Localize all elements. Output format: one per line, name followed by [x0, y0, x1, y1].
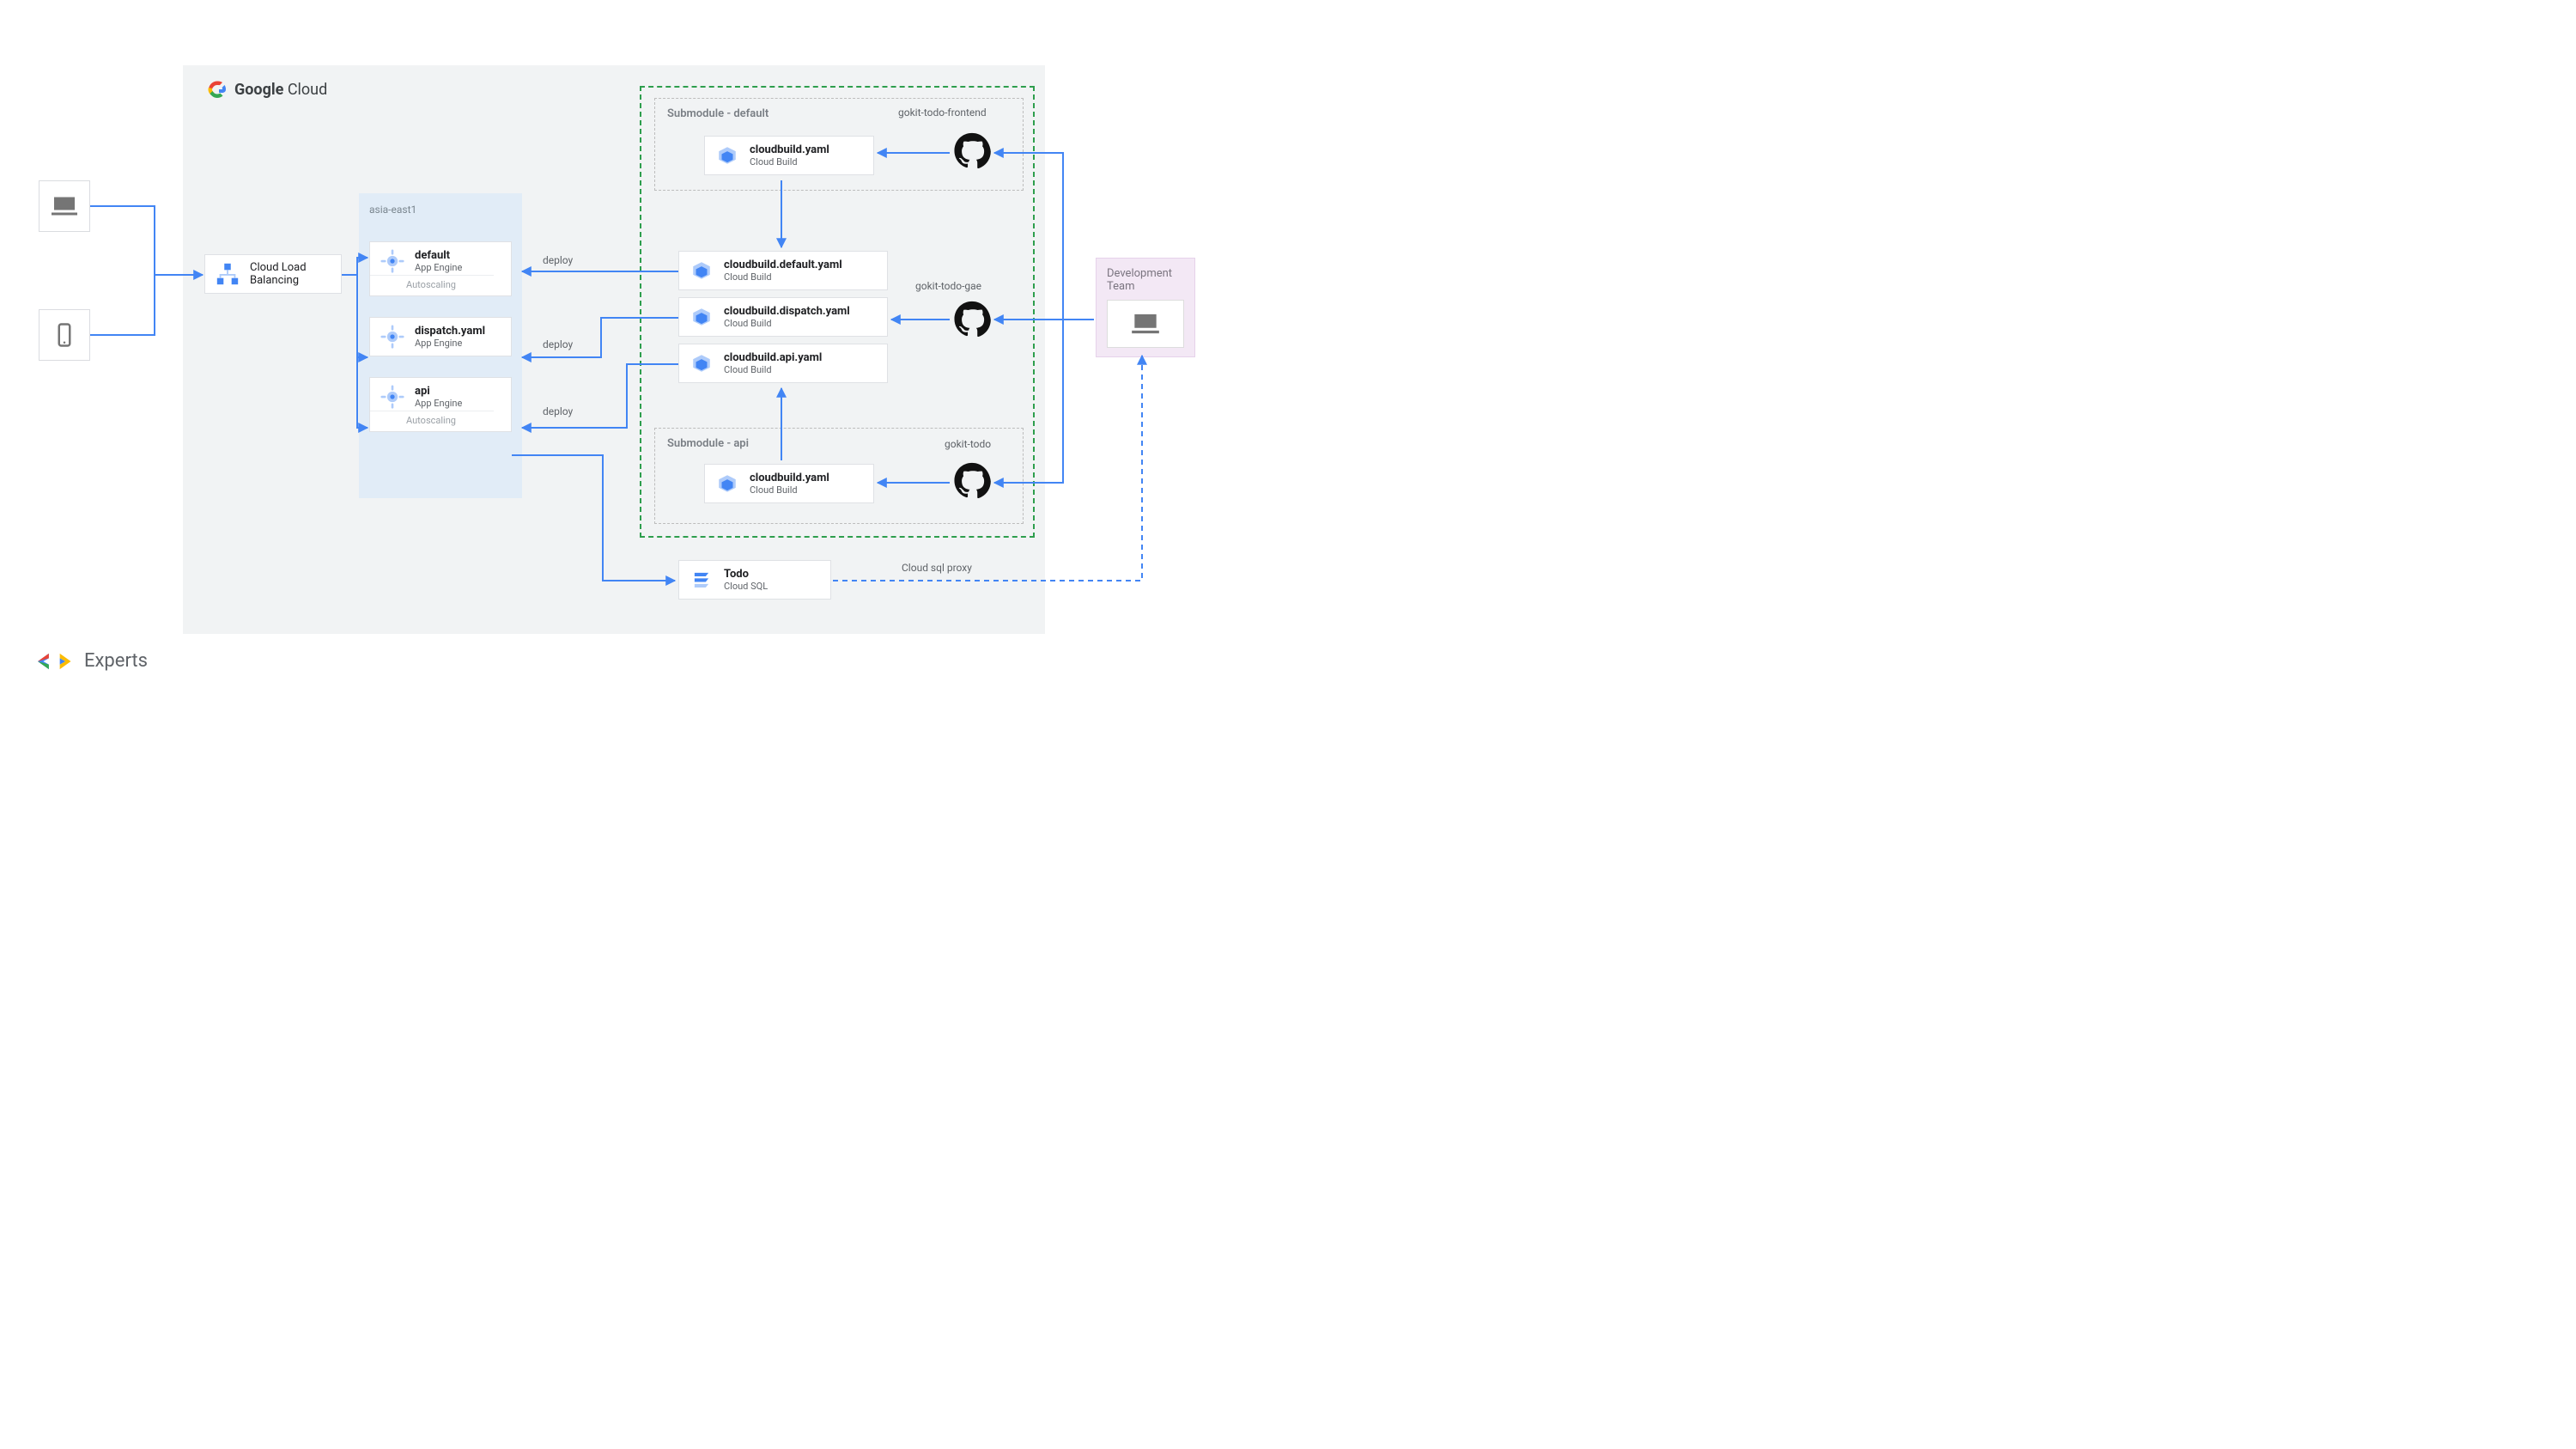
cloud-build-icon — [716, 472, 738, 495]
svc-default-title: default — [415, 249, 502, 262]
svc-default-autoscale: Autoscaling — [370, 275, 494, 290]
experts-icon — [38, 652, 76, 671]
sub-default-build-title: cloudbuild.yaml — [750, 143, 829, 156]
load-balancer-icon — [215, 261, 240, 287]
sub-api-build-title: cloudbuild.yaml — [750, 472, 829, 484]
repo-frontend-label: gokit-todo-frontend — [898, 107, 987, 119]
repo-backend-label: gokit-todo — [945, 438, 991, 450]
google-cloud-logo: Google Cloud — [207, 79, 327, 100]
app-engine-icon — [380, 249, 404, 273]
client-laptop — [39, 180, 90, 232]
build-dispatch: cloudbuild.dispatch.yaml Cloud Build — [678, 297, 888, 337]
region-label: asia-east1 — [369, 204, 512, 216]
build-dispatch-sub: Cloud Build — [724, 318, 850, 329]
build-dispatch-title: cloudbuild.dispatch.yaml — [724, 305, 850, 318]
build-api-sub: Cloud Build — [724, 364, 822, 375]
devteam-label: Development — [1107, 267, 1184, 280]
mobile-icon — [52, 322, 77, 348]
brand-light: Cloud — [288, 81, 327, 99]
cloud-build-icon — [690, 352, 713, 374]
lb-title: Cloud Load — [250, 261, 307, 274]
github-gae-icon — [953, 301, 991, 342]
build-api: cloudbuild.api.yaml Cloud Build — [678, 344, 888, 383]
svc-dispatch-title: dispatch.yaml — [415, 325, 485, 338]
client-mobile — [39, 309, 90, 361]
cloud-sql-icon — [690, 569, 713, 591]
github-backend-icon — [953, 462, 991, 503]
edge-deploy-3: deploy — [543, 405, 573, 417]
lb-sub: Balancing — [250, 274, 307, 287]
edge-sqlproxy: Cloud sql proxy — [902, 562, 972, 574]
experts-label: Experts — [84, 650, 148, 672]
development-team: Development Team — [1096, 258, 1195, 357]
region-asia-east1: asia-east1 default App Engine Autoscalin… — [359, 193, 522, 498]
cloud-build-icon — [716, 144, 738, 167]
svc-api-autoscale: Autoscaling — [370, 411, 494, 426]
laptop-icon — [49, 191, 80, 222]
cloud-build-icon — [690, 306, 713, 328]
svc-api-title: api — [415, 385, 502, 398]
sub-default-build-sub: Cloud Build — [750, 156, 829, 167]
devteam-sub: Team — [1107, 280, 1184, 293]
cloud-load-balancer: Cloud Load Balancing — [204, 254, 342, 294]
service-api: api App Engine Autoscaling — [369, 377, 512, 432]
brand-strong: Google — [234, 81, 283, 99]
build-default-sub: Cloud Build — [724, 271, 842, 283]
repo-gae-label: gokit-todo-gae — [915, 280, 981, 292]
google-cloud-icon — [207, 79, 228, 100]
cloudsql-title: Todo — [724, 568, 768, 581]
laptop-icon — [1129, 307, 1162, 340]
svc-api-sub: App Engine — [415, 398, 502, 409]
edge-deploy-2: deploy — [543, 338, 573, 350]
cloud-build-icon — [690, 259, 713, 282]
service-default: default App Engine Autoscaling — [369, 241, 512, 296]
cloud-sql: Todo Cloud SQL — [678, 560, 831, 600]
edge-deploy-1: deploy — [543, 254, 573, 266]
build-api-title: cloudbuild.api.yaml — [724, 351, 822, 364]
sub-api-build-sub: Cloud Build — [750, 484, 829, 496]
cloudsql-sub: Cloud SQL — [724, 581, 768, 592]
app-engine-icon — [380, 385, 404, 409]
app-engine-icon — [380, 325, 404, 349]
build-default-title: cloudbuild.default.yaml — [724, 259, 842, 271]
sub-default-build: cloudbuild.yaml Cloud Build — [704, 136, 874, 175]
svc-dispatch-sub: App Engine — [415, 338, 485, 349]
svc-default-sub: App Engine — [415, 262, 502, 273]
sub-api-build: cloudbuild.yaml Cloud Build — [704, 464, 874, 503]
experts-footer: Experts — [38, 650, 148, 672]
github-frontend-icon — [953, 132, 991, 174]
build-default: cloudbuild.default.yaml Cloud Build — [678, 251, 888, 290]
service-dispatch: dispatch.yaml App Engine — [369, 317, 512, 356]
